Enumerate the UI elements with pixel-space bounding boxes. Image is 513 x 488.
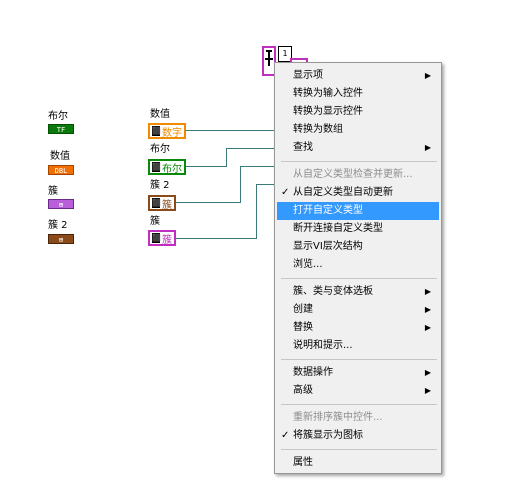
pin-icon: ⬛ bbox=[152, 126, 161, 136]
menu-item-label: 从自定义类型检查并更新... bbox=[293, 169, 413, 180]
menu-item-label: 重新排序簇中控件... bbox=[293, 412, 383, 423]
wire bbox=[226, 148, 227, 167]
menu-item-label: 从自定义类型自动更新 bbox=[293, 187, 393, 198]
menu-item-label: 替换 bbox=[293, 322, 313, 333]
submenu-arrow-icon: ▶ bbox=[424, 386, 431, 395]
menu-separator bbox=[281, 161, 437, 162]
menu-item-label: 创建 bbox=[293, 304, 313, 315]
menu-item[interactable]: 属性 bbox=[277, 454, 439, 472]
cluster-constant-value: 簇 bbox=[162, 234, 172, 246]
menu-separator bbox=[281, 404, 437, 405]
menu-item: 从自定义类型检查并更新... bbox=[277, 166, 439, 184]
bool-constant[interactable]: ⬛ 布尔 bbox=[148, 159, 186, 175]
bundle-icon bbox=[265, 50, 273, 66]
menu-item-label: 簇、类与变体选板 bbox=[293, 286, 373, 297]
pin-icon: ⬛ bbox=[152, 233, 161, 243]
wire bbox=[256, 184, 257, 239]
bool-constant-value: 布尔 bbox=[162, 163, 182, 175]
numeric-constant-value: 数字 bbox=[162, 127, 182, 139]
menu-item[interactable]: 转换为输入控件 bbox=[277, 85, 439, 103]
menu-item[interactable]: 替换 ▶ bbox=[277, 319, 439, 337]
menu-item-label: 查找 bbox=[293, 142, 313, 153]
menu-item[interactable]: 数据操作 ▶ bbox=[277, 364, 439, 382]
submenu-arrow-icon: ▶ bbox=[424, 71, 431, 80]
numeric-constant[interactable]: ⬛ 数字 bbox=[148, 123, 186, 139]
menu-item[interactable]: 打开自定义类型 bbox=[277, 202, 439, 220]
submenu-arrow-icon: ▶ bbox=[424, 305, 431, 314]
const-label-numeric: 数值 bbox=[150, 109, 170, 120]
wire bbox=[176, 238, 256, 239]
const-label-cluster: 簇 bbox=[150, 216, 160, 227]
menu-item-label: 转换为数组 bbox=[293, 124, 343, 135]
numeric-terminal[interactable]: DBL bbox=[48, 165, 74, 175]
menu-item-label: 将簇显示为图标 bbox=[293, 430, 363, 441]
submenu-arrow-icon: ▶ bbox=[424, 323, 431, 332]
cluster-2-constant-value: 簇 bbox=[162, 199, 172, 211]
menu-item-label: 高级 bbox=[293, 385, 313, 396]
context-menu: 显示项 ▶ 转换为输入控件 转换为显示控件 转换为数组查找 ▶ 从自定义类型检查并更新...… bbox=[274, 62, 442, 474]
menu-item[interactable]: 说明和提示... bbox=[277, 337, 439, 355]
check-icon: ✓ bbox=[281, 187, 290, 198]
menu-item-label: 转换为显示控件 bbox=[293, 106, 363, 117]
menu-separator bbox=[281, 449, 437, 450]
menu-item[interactable]: 簇、类与变体选板 ▶ bbox=[277, 283, 439, 301]
wire bbox=[176, 202, 240, 203]
menu-item[interactable]: 浏览... bbox=[277, 256, 439, 274]
menu-item[interactable]: ✓ 将簇显示为图标 bbox=[277, 427, 439, 445]
cluster-constant[interactable]: ⬛ 簇 bbox=[148, 230, 176, 246]
cluster-2-constant[interactable]: ⬛ 簇 bbox=[148, 195, 176, 211]
menu-item-label: 数据操作 bbox=[293, 367, 333, 378]
menu-item[interactable]: 创建 ▶ bbox=[277, 301, 439, 319]
label-cluster: 簇 bbox=[48, 186, 58, 197]
wire bbox=[186, 130, 274, 131]
wire bbox=[186, 166, 226, 167]
menu-item-label: 浏览... bbox=[293, 259, 323, 270]
submenu-arrow-icon: ▶ bbox=[424, 287, 431, 296]
const-label-bool: 布尔 bbox=[150, 144, 170, 155]
menu-item-label: 说明和提示... bbox=[293, 340, 353, 351]
menu-item-label: 转换为输入控件 bbox=[293, 88, 363, 99]
menu-item[interactable]: 查找 ▶ bbox=[277, 139, 439, 157]
menu-separator bbox=[281, 359, 437, 360]
wire bbox=[240, 166, 241, 203]
menu-separator bbox=[281, 278, 437, 279]
menu-item[interactable]: ✓ 从自定义类型自动更新 bbox=[277, 184, 439, 202]
menu-item-label: 属性 bbox=[293, 457, 313, 468]
menu-item[interactable]: 转换为显示控件 bbox=[277, 103, 439, 121]
pin-icon: ⬛ bbox=[152, 198, 161, 208]
menu-item-label: 断开连接自定义类型 bbox=[293, 223, 383, 234]
cluster-terminal[interactable]: ⊞ bbox=[48, 199, 74, 209]
menu-item[interactable]: 断开连接自定义类型 bbox=[277, 220, 439, 238]
menu-item-label: 打开自定义类型 bbox=[293, 205, 363, 216]
menu-item-label: 显示VI层次结构 bbox=[293, 241, 363, 252]
wire bbox=[256, 184, 274, 185]
menu-item-label: 显示项 bbox=[293, 70, 323, 81]
cluster-2-terminal[interactable]: ⊞ bbox=[48, 234, 74, 244]
wire bbox=[240, 166, 274, 167]
label-bool: 布尔 bbox=[48, 111, 68, 122]
submenu-arrow-icon: ▶ bbox=[424, 143, 431, 152]
bool-terminal[interactable]: TF bbox=[48, 124, 74, 134]
check-icon: ✓ bbox=[281, 430, 290, 441]
menu-item[interactable]: 转换为数组 bbox=[277, 121, 439, 139]
menu-item[interactable]: 显示项 ▶ bbox=[277, 67, 439, 85]
pin-icon: ⬛ bbox=[152, 162, 161, 172]
menu-item[interactable]: 显示VI层次结构 bbox=[277, 238, 439, 256]
label-cluster-2: 簇 2 bbox=[48, 220, 68, 231]
label-numeric: 数值 bbox=[50, 151, 70, 162]
wire bbox=[226, 148, 274, 149]
menu-item: 重新排序簇中控件... bbox=[277, 409, 439, 427]
submenu-arrow-icon: ▶ bbox=[424, 368, 431, 377]
menu-item[interactable]: 高级 ▶ bbox=[277, 382, 439, 400]
const-label-cluster-2: 簇 2 bbox=[150, 180, 170, 191]
